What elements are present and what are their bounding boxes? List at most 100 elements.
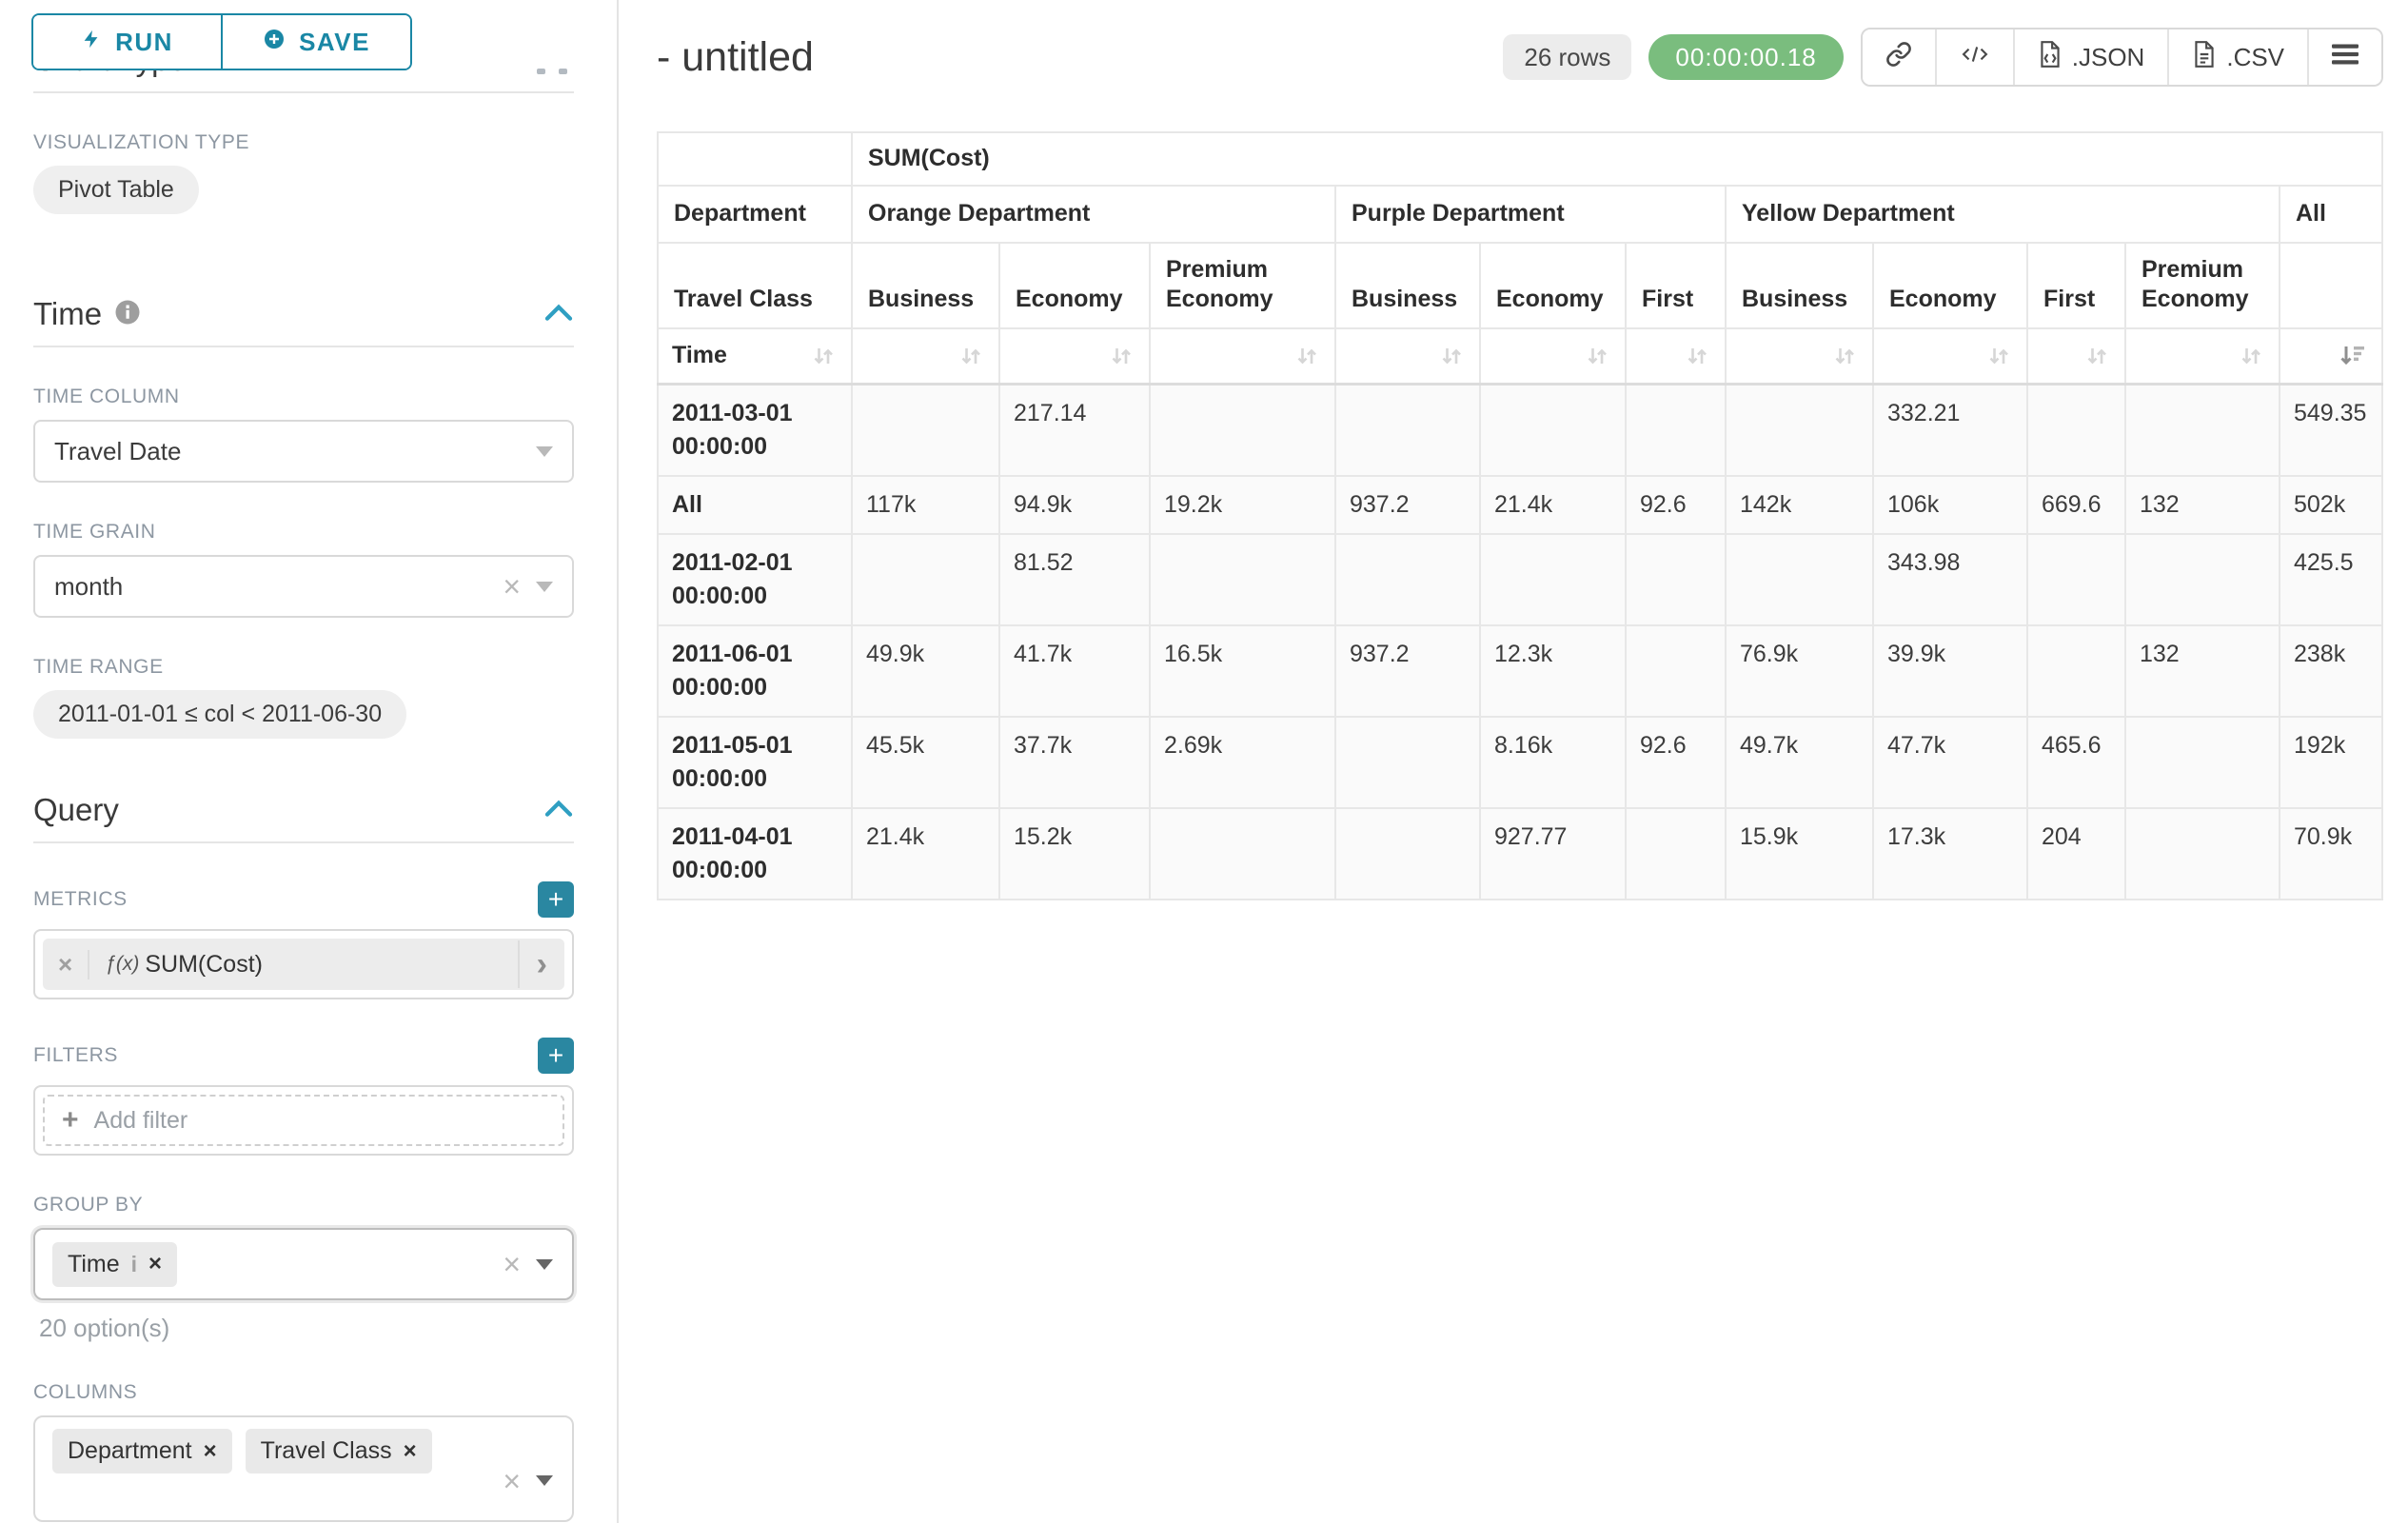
sort-toggle-icon[interactable] [1984,342,2013,370]
export-csv-label: .CSV [2226,43,2284,72]
columns-tag[interactable]: Department × [52,1429,232,1474]
sort-toggle-icon[interactable] [1583,342,1611,370]
group-by-select[interactable]: Time i × × [33,1228,574,1300]
export-csv-button[interactable]: .CSV [2167,30,2307,85]
sort-header-cell[interactable] [852,328,999,384]
sort-header-cell[interactable] [2280,328,2382,384]
sort-toggle-icon[interactable] [1293,342,1321,370]
group-by-tag[interactable]: Time i × [52,1242,177,1287]
query-section-header[interactable]: Query [33,792,574,828]
share-link-button[interactable] [1863,30,1935,85]
group-by-tag-label: Time [68,1251,120,1278]
metric-item[interactable]: × ƒ(x) SUM(Cost) › [43,939,564,990]
run-button[interactable]: RUN [33,15,221,69]
add-filter-placeholder: Add filter [94,1107,188,1135]
value-cell: 142k [1726,476,1873,534]
group-by-label: GROUP BY [33,1194,574,1216]
visualization-type-value[interactable]: Pivot Table [33,166,199,214]
chevron-down-icon [536,446,553,457]
sort-header-cell[interactable] [2027,328,2125,384]
control-panel-scroll[interactable]: Chart Type VISUALIZATION TYPE Pivot Tabl… [0,0,617,1523]
save-button[interactable]: SAVE [221,15,410,69]
remove-metric-icon[interactable]: × [43,950,89,979]
sort-toggle-icon[interactable] [1107,342,1135,370]
table-row: 2011-03-01 00:00:00217.14332.21549.35 [658,384,2382,476]
chevron-up-icon[interactable] [543,302,574,327]
time-range-value[interactable]: 2011-01-01 ≤ col < 2011-06-30 [33,690,406,739]
value-cell: 49.9k [852,625,999,717]
sort-toggle-icon[interactable] [1683,342,1711,370]
divider [33,91,574,93]
time-section-header[interactable]: Time [33,296,574,332]
value-cell: 49.7k [1726,717,1873,808]
sort-toggle-icon[interactable] [957,342,985,370]
value-cell [1335,534,1480,625]
columns-tag-label: Travel Class [261,1437,392,1465]
value-cell [2125,717,2280,808]
remove-tag-icon[interactable]: × [148,1251,162,1277]
value-cell: 21.4k [852,808,999,900]
sort-header-cell[interactable] [2125,328,2280,384]
time-axis-cell[interactable]: Time [658,328,852,384]
link-icon [1885,41,1912,74]
time-column-select[interactable]: Travel Date [33,420,574,483]
value-cell: 192k [2280,717,2382,808]
view-query-button[interactable] [1935,30,2013,85]
sort-header-cell[interactable] [1726,328,1873,384]
value-cell [852,534,999,625]
explore-view: RUN SAVE Chart Type VISUALIZATION TYPE P… [0,0,2408,1523]
value-cell [1335,808,1480,900]
divider [33,841,574,843]
sort-header-cell[interactable] [1873,328,2027,384]
time-grain-select[interactable]: month × [33,555,574,618]
value-cell [1335,717,1480,808]
visualization-type-label: VISUALIZATION TYPE [33,131,574,154]
clear-icon[interactable]: × [503,1466,521,1496]
sort-toggle-icon[interactable] [1830,342,1859,370]
add-filter-button[interactable]: + [538,1038,574,1074]
sort-header-cell[interactable] [1480,328,1626,384]
table-row: 2011-05-01 00:00:0045.5k37.7k2.69k8.16k9… [658,717,2382,808]
save-button-label: SAVE [299,28,370,57]
sort-header-cell[interactable] [1626,328,1726,384]
remove-tag-icon[interactable]: × [204,1438,217,1465]
add-metric-button[interactable]: + [538,881,574,918]
column-leaf-header: Business [852,243,999,328]
sort-header-cell[interactable] [1150,328,1335,384]
add-filter-dropzone[interactable]: + Add filter [43,1095,564,1146]
columns-select[interactable]: Department × Travel Class × × [33,1415,574,1522]
plus-circle-icon [263,28,286,57]
chevron-up-icon[interactable] [543,798,574,823]
sort-toggle-icon[interactable] [1437,342,1466,370]
sort-toggle-icon[interactable] [2082,342,2111,370]
value-cell: 132 [2125,625,2280,717]
sort-toggle-icon[interactable] [809,342,838,370]
value-cell: 17.3k [1873,808,2027,900]
clear-icon[interactable]: × [503,1249,521,1279]
column-leaf-header: Business [1335,243,1480,328]
clear-icon[interactable]: × [503,571,521,602]
sort-header-cell[interactable] [999,328,1150,384]
chevron-down-icon [536,582,553,592]
chart-title[interactable]: - untitled [657,34,814,81]
export-json-button[interactable]: .JSON [2013,30,2168,85]
json-file-icon [2038,40,2063,75]
value-cell: 76.9k [1726,625,1873,717]
expand-metric-icon[interactable]: › [518,940,564,988]
columns-tag-label: Department [68,1437,192,1465]
value-cell: 41.7k [999,625,1150,717]
remove-tag-icon[interactable]: × [404,1438,417,1465]
menu-button[interactable] [2307,30,2381,85]
columns-tag[interactable]: Travel Class × [246,1429,432,1474]
value-cell [852,384,999,476]
filters-label: FILTERS [33,1044,118,1067]
sort-desc-active-icon[interactable] [2338,342,2368,370]
pivot-table: SUM(Cost)DepartmentOrange DepartmentPurp… [657,131,2383,900]
sort-header-cell[interactable] [1335,328,1480,384]
value-cell [1480,534,1626,625]
sort-toggle-icon[interactable] [2237,342,2265,370]
query-timer-badge: 00:00:00.18 [1648,34,1843,80]
value-cell: 549.35 [2280,384,2382,476]
time-grain-label: TIME GRAIN [33,521,574,544]
value-cell [2027,625,2125,717]
